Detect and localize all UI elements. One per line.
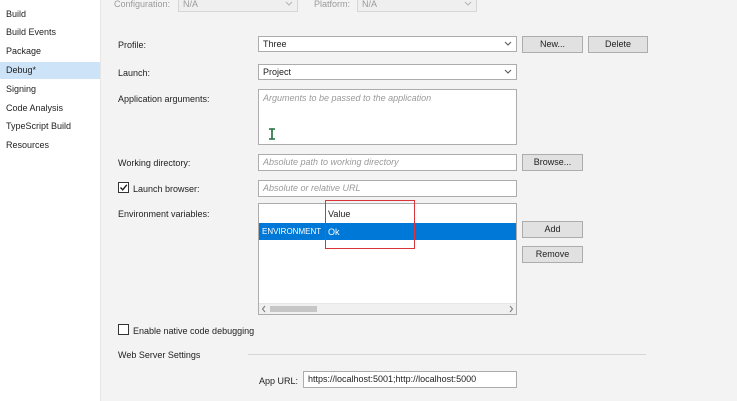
chevron-down-icon [464,1,472,6]
app-args-placeholder: Arguments to be passed to the applicatio… [263,93,432,103]
platform-label: Platform: [314,0,351,9]
remove-env-var-button[interactable]: Remove [522,246,583,263]
debug-settings-panel: Configuration: N/A Platform: N/A Profile… [101,0,737,401]
configuration-dropdown: N/A [178,0,298,12]
native-debug-label: Enable native code debugging [133,326,255,336]
scrollbar-thumb[interactable] [270,306,317,312]
configuration-label: Configuration: [114,0,171,9]
app-args-label: Application arguments: [118,94,210,104]
sidebar-item-code-analysis[interactable]: Code Analysis [0,100,100,117]
sidebar-item-build-events[interactable]: Build Events [0,24,100,41]
highlight-box [325,200,415,249]
platform-dropdown: N/A [357,0,477,12]
app-url-input[interactable]: https://localhost:5001;http://localhost:… [303,371,517,388]
sidebar-item-build[interactable]: Build [0,6,100,23]
sidebar-item-typescript-build[interactable]: TypeScript Build [0,118,100,135]
platform-value: N/A [362,0,378,9]
sidebar-item-debug[interactable]: Debug* [0,62,100,79]
launch-dropdown[interactable]: Project [258,64,517,80]
profile-label: Profile: [118,40,147,50]
browse-button[interactable]: Browse... [522,154,583,171]
web-server-section-label: Web Server Settings [118,350,201,360]
sidebar-item-signing[interactable]: Signing [0,81,100,98]
profile-dropdown[interactable]: Three [258,36,517,52]
sidebar: Build Build Events Package Debug* Signin… [0,0,101,401]
chevron-down-icon [504,69,512,74]
launch-value: Project [263,67,292,77]
app-url-label: App URL: [259,376,299,386]
sidebar-item-package[interactable]: Package [0,43,100,60]
configuration-value: N/A [183,0,199,9]
env-vars-label: Environment variables: [118,209,210,219]
add-env-var-button[interactable]: Add [522,221,583,238]
text-cursor-icon [269,128,275,140]
launch-browser-checkbox[interactable] [118,182,129,193]
launch-browser-label: Launch browser: [133,184,200,194]
chevron-down-icon [504,41,512,46]
scroll-left-icon[interactable] [261,305,267,313]
sidebar-item-resources[interactable]: Resources [0,137,100,154]
launch-label: Launch: [118,68,151,78]
launch-browser-placeholder: Absolute or relative URL [263,183,361,193]
delete-profile-button[interactable]: Delete [588,36,648,53]
working-dir-label: Working directory: [118,158,191,168]
native-debug-checkbox[interactable] [118,324,129,335]
check-icon [119,184,128,191]
horizontal-scrollbar[interactable] [259,303,516,314]
chevron-down-icon [285,1,293,6]
profile-value: Three [263,39,287,49]
working-dir-input[interactable]: Absolute path to working directory [258,154,517,171]
scroll-right-icon[interactable] [508,305,514,313]
app-url-value: https://localhost:5001;http://localhost:… [308,374,477,384]
working-dir-placeholder: Absolute path to working directory [263,157,399,167]
launch-browser-url-input[interactable]: Absolute or relative URL [258,180,517,197]
section-divider [248,354,646,355]
new-profile-button[interactable]: New... [522,36,583,53]
env-var-name-cell[interactable]: ENVIRONMENT [262,227,321,236]
app-args-textarea[interactable]: Arguments to be passed to the applicatio… [258,89,517,145]
